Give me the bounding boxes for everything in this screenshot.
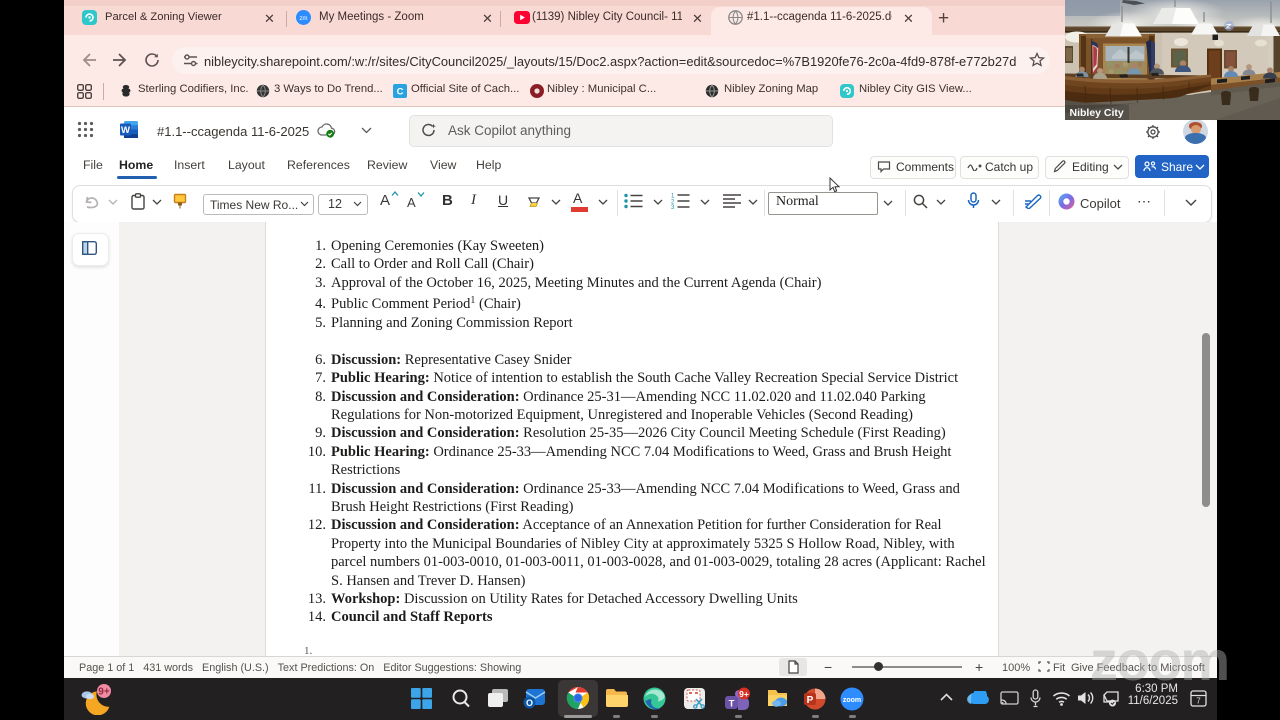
svg-text:Nibley City: Nibley City — [1070, 107, 1124, 119]
svg-text:9+: 9+ — [739, 689, 749, 699]
svg-text:P: P — [807, 695, 814, 706]
svg-text:9+: 9+ — [98, 687, 110, 698]
svg-text:zoom: zoom — [843, 697, 861, 704]
svg-text:O: O — [526, 698, 533, 708]
svg-text:T: T — [729, 699, 735, 710]
svg-text:7: 7 — [1196, 697, 1201, 706]
